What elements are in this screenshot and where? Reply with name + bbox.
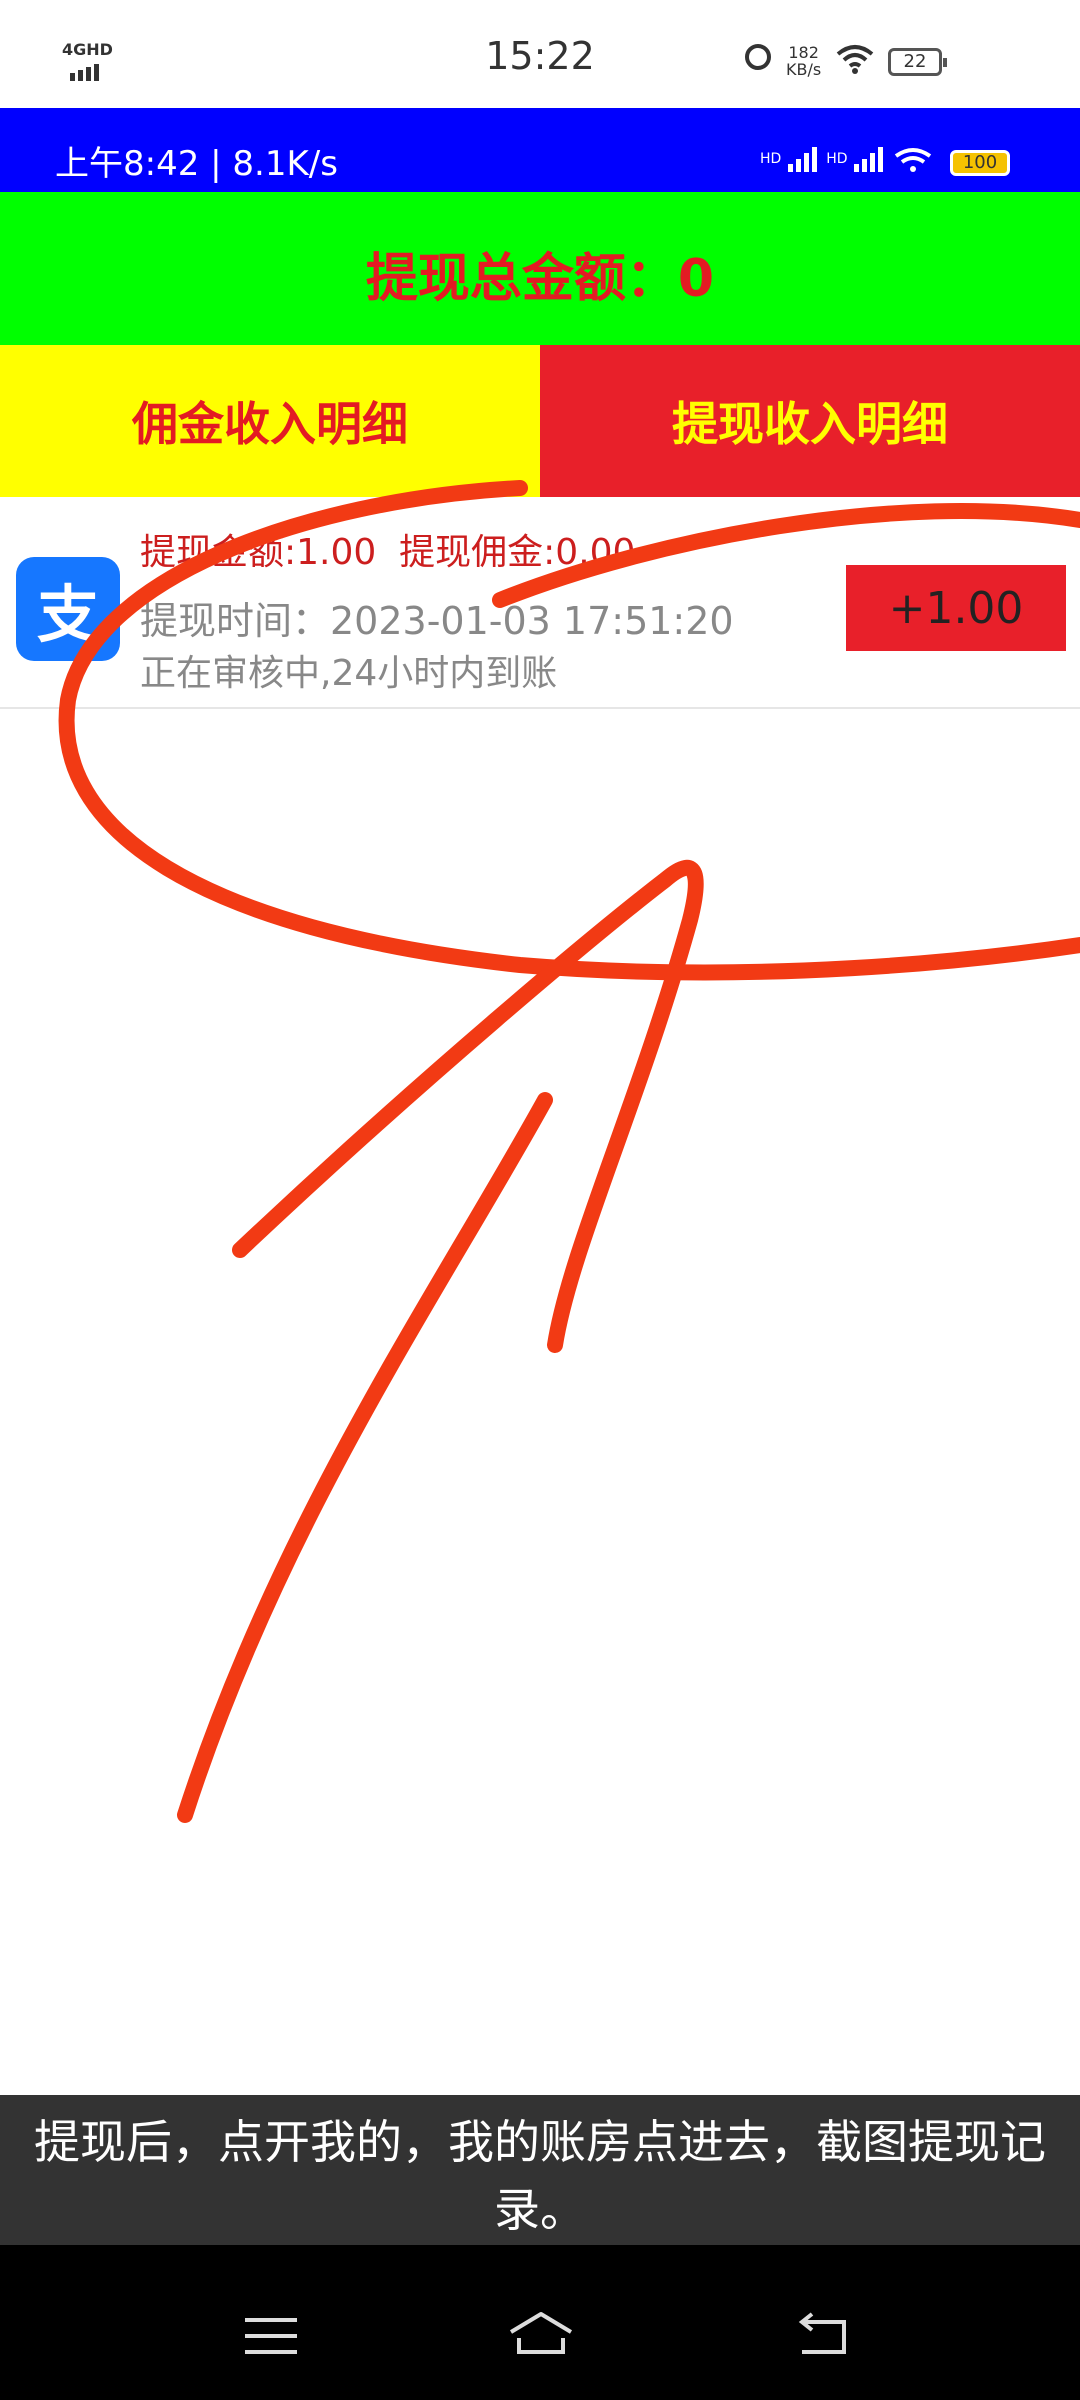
annotation-scribble [58, 480, 1080, 1823]
scribble-arrow [232, 859, 704, 1353]
menu-icon[interactable] [245, 2318, 297, 2366]
scribble-arrow-tail [177, 1092, 553, 1823]
home-icon[interactable] [505, 2308, 577, 2358]
caption-text: 提现后，点开我的，我的账房点进去，截图提现记录。 [34, 2115, 1046, 2237]
back-icon[interactable] [794, 2310, 854, 2360]
scribble-ellipse [58, 480, 1080, 981]
